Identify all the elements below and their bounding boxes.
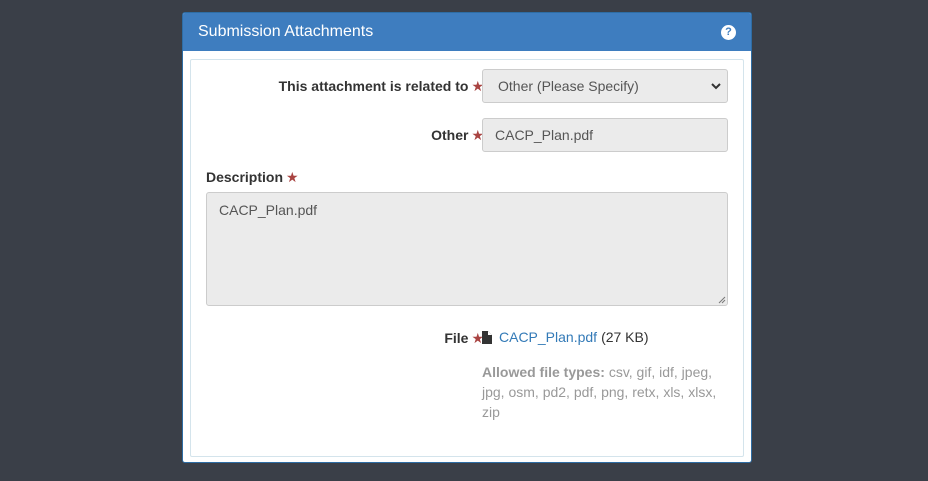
related-to-label-text: This attachment is related to: [278, 78, 469, 94]
file-icon: [482, 330, 492, 344]
file-size: (27 KB): [601, 329, 649, 345]
file-row: CACP_Plan.pdf (27 KB): [482, 329, 649, 345]
allowed-file-types-label: Allowed file types:: [482, 364, 605, 380]
question-circle-icon[interactable]: ?: [721, 24, 736, 40]
file-download-link[interactable]: CACP_Plan.pdf: [499, 329, 597, 345]
chevron-down-icon: [711, 83, 721, 90]
other-input[interactable]: CACP_Plan.pdf: [482, 118, 728, 152]
other-input-value: CACP_Plan.pdf: [495, 127, 594, 143]
description-label: Description ★: [206, 169, 299, 186]
submission-attachments-modal: Submission Attachments ? This attachment…: [182, 12, 752, 463]
description-label-text: Description: [206, 169, 284, 185]
other-label-text: Other: [431, 127, 469, 143]
other-label: Other ★: [431, 127, 484, 144]
required-star-icon: ★: [286, 169, 299, 185]
related-to-select[interactable]: Other (Please Specify): [482, 69, 728, 103]
allowed-file-types: Allowed file types: csv, gif, idf, jpeg,…: [482, 362, 727, 422]
file-label: File ★: [444, 330, 484, 347]
description-textarea[interactable]: CACP_Plan.pdf: [206, 192, 728, 306]
resize-grip-icon[interactable]: [718, 296, 726, 304]
modal-title: Submission Attachments: [198, 23, 374, 40]
related-to-select-value: Other (Please Specify): [498, 78, 639, 94]
file-label-text: File: [444, 330, 469, 346]
description-textarea-value: CACP_Plan.pdf: [219, 202, 318, 218]
modal-body: This attachment is related to ★ Other (Pl…: [190, 59, 744, 457]
modal-header: Submission Attachments ?: [183, 13, 751, 51]
related-to-label: This attachment is related to ★: [279, 78, 484, 95]
